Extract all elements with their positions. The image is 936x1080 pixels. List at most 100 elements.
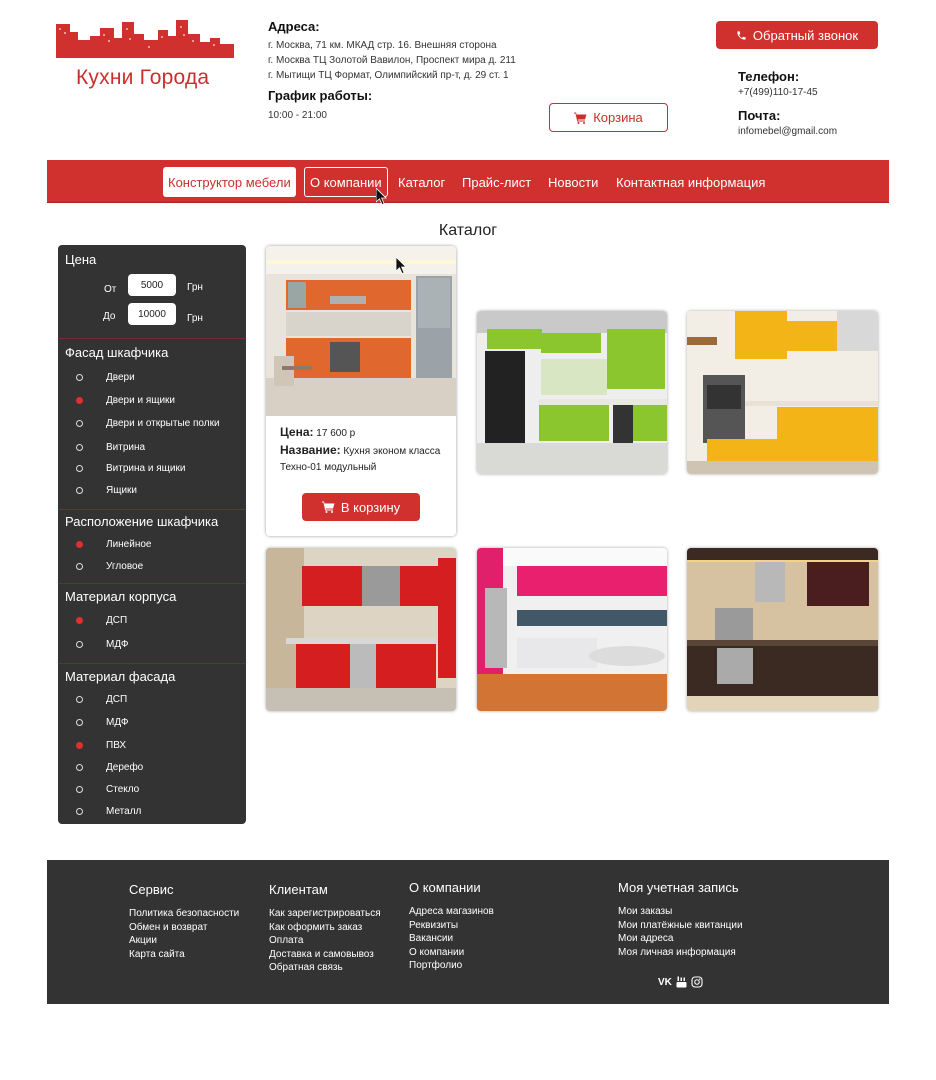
footer-link[interactable]: Портфолио [409,959,494,973]
product-image [477,311,667,474]
body-material-option[interactable]: МДФ [76,637,129,651]
price-from-input[interactable] [128,274,176,296]
facade-option[interactable]: Ящики [76,483,137,497]
radio-icon[interactable] [76,373,83,381]
footer-link[interactable]: Политика безопасности [129,907,239,921]
layout-option[interactable]: Угловое [76,559,143,573]
option-label: ДСП [106,614,128,626]
facade-option[interactable]: Двери [76,370,135,384]
facade-material-option[interactable]: МДФ [76,715,129,729]
option-label: Металл [106,805,142,817]
footer-link[interactable]: Моя личная информация [618,946,743,960]
facade-option[interactable]: Двери и ящики [76,393,175,407]
radio-icon[interactable] [76,695,83,703]
facade-material-option[interactable]: Дерефо [76,760,143,774]
callback-button[interactable]: Обратный звонок [716,21,878,49]
phone-icon [737,30,746,40]
facade-option[interactable]: Витрина и ящики [76,461,185,475]
footer-link[interactable]: О компании [409,946,494,960]
footer-link[interactable]: Доставка и самовывоз [269,948,381,962]
facade-material-option[interactable]: ПВХ [76,738,126,752]
radio-icon[interactable] [76,562,83,570]
option-label: Ящики [106,484,137,496]
price-label: Цена: [280,425,314,439]
footer-link[interactable]: Карта сайта [129,948,239,962]
footer-column-title: Моя учетная запись [618,880,739,895]
footer-link[interactable]: Как оформить заказ [269,921,381,935]
product-image [477,548,667,711]
footer-link[interactable]: Мои платёжные квитанции [618,919,743,933]
currency-label: Грн [187,282,203,293]
radio-icon[interactable] [76,464,83,472]
footer-link[interactable]: Обмен и возврат [129,921,239,935]
facade-option[interactable]: Витрина [76,440,145,454]
product-card[interactable] [477,311,667,474]
footer-link[interactable]: Как зарегистрироваться [269,907,381,921]
radio-icon[interactable] [76,807,83,815]
radio-checked-icon[interactable] [76,540,83,548]
footer-link[interactable]: Обратная связь [269,961,381,975]
facade-material-option[interactable]: Металл [76,804,141,818]
body-material-option[interactable]: ДСП [76,613,127,627]
address-title: Адреса: [268,19,320,34]
product-card[interactable] [266,548,456,711]
facade-material-option[interactable]: Стекло [76,782,139,796]
email-value[interactable]: infomebel@gmail.com [738,126,898,137]
radio-checked-icon[interactable] [76,741,83,749]
product-card-featured[interactable]: Цена: 17 600 р Название: Кухня эконом кл… [266,246,456,536]
layout-option[interactable]: Линейное [76,537,151,551]
option-label: Дерефо [106,761,144,773]
city-skyline-logo-icon [56,20,234,58]
vk-icon[interactable]: VK [658,977,672,988]
radio-icon[interactable] [76,640,83,648]
radio-checked-icon[interactable] [76,396,83,404]
filter-sidebar: Цена От Грн До Грн Фасад шкафчика Двери … [58,245,246,824]
add-to-cart-button[interactable]: В корзину [302,493,420,521]
footer-link[interactable]: Мои заказы [618,905,743,919]
cart-label: Корзина [593,110,643,125]
phone-value[interactable]: +7(499)110-17-45 [738,87,898,98]
footer-link[interactable]: Акции [129,934,239,948]
page-title: Каталог [438,222,498,239]
radio-icon[interactable] [76,785,83,793]
nav-item-constructor[interactable]: Конструктор мебели [163,167,296,197]
hours-value: 10:00 - 21:00 [268,110,327,121]
facade-option[interactable]: Двери и открытые полки [76,416,220,430]
youtube-icon[interactable] [676,976,687,988]
radio-icon[interactable] [76,763,83,771]
option-label: Витрина [106,441,146,453]
product-card[interactable] [687,311,878,474]
footer-link[interactable]: Адреса магазинов [409,905,494,919]
price-to-input[interactable] [128,303,176,325]
logo[interactable]: Кухни Города [56,18,236,89]
footer-link[interactable]: Мои адреса [618,932,743,946]
cart-button[interactable]: Корзина [549,103,668,132]
footer-column-service: Сервис Политика безопасности Обмен и воз… [129,882,239,961]
product-card[interactable] [687,548,878,711]
radio-icon[interactable] [76,419,83,427]
radio-icon[interactable] [76,443,83,451]
footer-column-account: Моя учетная запись Мои заказы Мои платёж… [618,880,743,959]
radio-icon[interactable] [76,486,83,494]
price-from-label: От [104,284,117,295]
nav-item-pricelist[interactable]: Прайс-лист [457,167,536,197]
footer-link[interactable]: Реквизиты [409,919,494,933]
radio-checked-icon[interactable] [76,616,83,624]
product-image[interactable] [266,246,456,416]
instagram-icon[interactable] [691,976,703,988]
footer-link[interactable]: Оплата [269,934,381,948]
product-image [687,548,878,711]
facade-material-option[interactable]: ДСП [76,692,127,706]
footer-link[interactable]: Вакансии [409,932,494,946]
product-card[interactable] [477,548,667,711]
nav-item-news[interactable]: Новости [543,167,603,197]
address-line: г. Москва ТЦ Золотой Вавилон, Проспект м… [268,55,516,66]
nav-item-catalog[interactable]: Каталог [393,167,450,197]
footer-column-title: Сервис [129,882,174,897]
nav-item-contacts[interactable]: Контактная информация [611,167,770,197]
filter-price-title: Цена [65,252,97,267]
option-label: Двери и ящики [106,394,176,406]
radio-icon[interactable] [76,718,83,726]
divider [58,663,246,664]
filter-facade-material-title: Материал фасада [65,669,176,684]
